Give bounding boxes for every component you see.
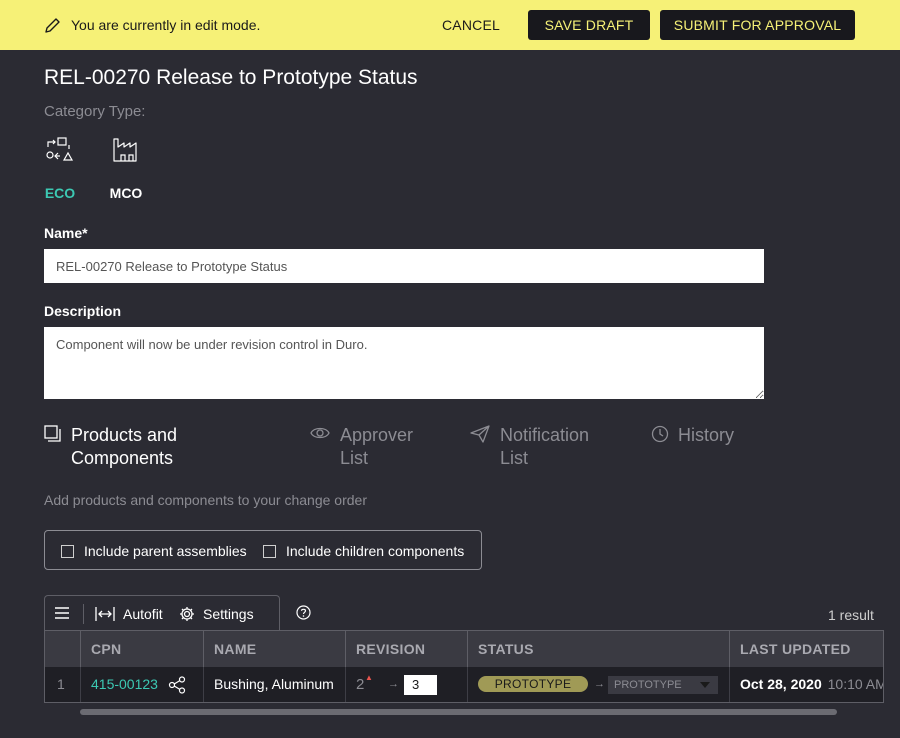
tab-products-label: Products and Components (71, 425, 178, 468)
revision-current: 2 (356, 676, 365, 693)
page-title: REL-00270 Release to Prototype Status (44, 66, 418, 89)
column-header-cpn[interactable]: CPN (80, 631, 203, 667)
send-icon (470, 425, 490, 443)
submit-for-approval-button[interactable]: SUBMIT FOR APPROVAL (660, 10, 855, 40)
last-updated-cell: Oct 28, 2020 10:10 AM (729, 667, 883, 702)
eco-icon (46, 137, 74, 161)
category-mco-label: MCO (109, 185, 143, 201)
status-select[interactable]: PROTOTYPE (608, 676, 718, 694)
name-input[interactable] (44, 249, 764, 283)
include-parent-checkbox[interactable]: Include parent assemblies (61, 543, 247, 559)
updated-date: Oct 28, 2020 (740, 676, 822, 692)
autofit-icon (95, 607, 115, 621)
include-children-checkbox[interactable]: Include children components (263, 543, 464, 559)
column-header-revision[interactable]: REVISION (345, 631, 467, 667)
description-label: Description (44, 303, 122, 319)
factory-icon (113, 138, 137, 162)
updated-time: 10:10 AM (827, 676, 883, 692)
products-helper-text: Add products and components to your chan… (44, 492, 367, 508)
description-textarea[interactable]: Component will now be under revision con… (44, 327, 764, 399)
help-icon[interactable] (296, 605, 311, 620)
hamburger-icon (55, 607, 69, 619)
include-children-label: Include children components (286, 543, 465, 559)
tab-history-label: History (678, 425, 735, 445)
save-draft-button[interactable]: SAVE DRAFT (528, 10, 650, 40)
settings-label: Settings (203, 606, 254, 622)
toolbar-divider (83, 604, 84, 624)
category-eco[interactable]: ECO (38, 135, 82, 201)
chevron-down-icon (700, 682, 710, 688)
column-header-index (45, 631, 80, 667)
category-type-label: Category Type: (44, 103, 146, 120)
arrow-right-icon: → (594, 678, 605, 690)
menu-button[interactable] (55, 607, 69, 619)
revision-warning-icon: ▲ (365, 673, 373, 682)
gear-icon (180, 607, 194, 621)
products-icon (44, 425, 61, 442)
autofit-button[interactable]: Autofit (95, 606, 163, 622)
result-count: 1 result (828, 607, 874, 623)
checkbox-box[interactable] (263, 544, 276, 558)
tab-notification-label: Notification List (500, 425, 590, 468)
where-used-icon[interactable] (168, 676, 186, 694)
name-cell: Bushing, Aluminum (203, 667, 345, 702)
cpn-link[interactable]: 415-00123 (91, 676, 158, 692)
eye-icon (310, 427, 330, 439)
revision-cell: 2 ▲ → 3 (345, 667, 467, 702)
revision-input[interactable]: 3 (404, 675, 437, 695)
table-header: CPN NAME REVISION STATUS LAST UPDATED (45, 631, 883, 667)
table-toolbar: Autofit Settings (44, 595, 280, 631)
tab-approver-label: Approver List (340, 425, 414, 468)
products-table: CPN NAME REVISION STATUS LAST UPDATED 1 … (44, 630, 884, 703)
table-row: 1 415-00123 Bushing, Aluminum 2 ▲ → 3 PR… (45, 667, 883, 702)
category-mco[interactable]: MCO (104, 135, 148, 201)
horizontal-scrollbar[interactable] (80, 709, 837, 715)
include-options: Include parent assemblies Include childr… (44, 530, 482, 570)
name-label: Name* (44, 225, 88, 241)
status-badge: PROTOTYPE (478, 676, 588, 692)
cancel-button[interactable]: CANCEL (436, 10, 506, 40)
column-header-name[interactable]: NAME (203, 631, 345, 667)
category-eco-label: ECO (44, 185, 76, 201)
clock-icon (651, 425, 669, 443)
edit-mode-banner: You are currently in edit mode. CANCEL S… (0, 0, 900, 50)
pencil-icon (45, 18, 60, 33)
autofit-label: Autofit (123, 606, 163, 622)
edit-mode-message: You are currently in edit mode. (71, 17, 261, 33)
settings-button[interactable]: Settings (179, 606, 254, 622)
arrow-right-icon: → (388, 678, 399, 690)
status-select-value: PROTOTYPE (614, 679, 682, 691)
cpn-cell: 415-00123 (80, 667, 203, 702)
include-parent-label: Include parent assemblies (84, 543, 247, 559)
column-header-last-updated[interactable]: LAST UPDATED (729, 631, 883, 667)
column-header-status[interactable]: STATUS (467, 631, 729, 667)
checkbox-box[interactable] (61, 544, 74, 558)
row-index: 1 (57, 676, 65, 692)
status-cell: PROTOTYPE → PROTOTYPE (467, 667, 729, 702)
